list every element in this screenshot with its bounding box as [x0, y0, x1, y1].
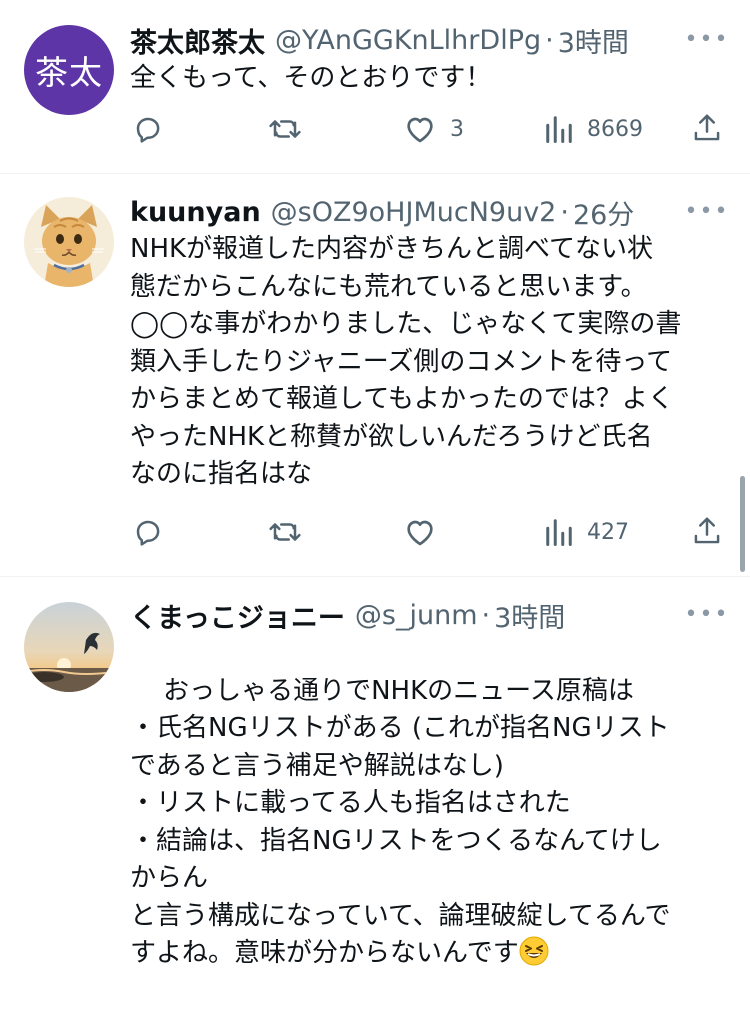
timestamp[interactable]: 3時間: [494, 596, 565, 635]
avatar[interactable]: [24, 197, 114, 287]
separator-dot: ·: [545, 24, 554, 56]
share-icon: [694, 114, 720, 141]
more-options-icon[interactable]: •••: [685, 24, 728, 54]
action-bar: 3 8669: [0, 110, 750, 150]
tweet-header: 茶太郎茶太 @YAnGGKnLlhrDlPg · 3時間: [130, 20, 629, 60]
user-handle[interactable]: @sOZ9oHJMucN9uv2: [271, 197, 557, 228]
views-chart-icon: [546, 519, 572, 546]
tweet-header: kuunyan @sOZ9oHJMucN9uv2 · 26分: [130, 192, 634, 232]
like-count: 3: [450, 116, 464, 142]
retweet-button[interactable]: [268, 114, 316, 144]
grinning-squinting-face-emoji-icon: [519, 936, 549, 966]
cat-avatar-icon: [24, 197, 114, 287]
heart-icon: [407, 117, 433, 143]
views-button[interactable]: 8669: [545, 114, 643, 144]
tweet-1[interactable]: 茶太 茶太郎茶太 @YAnGGKnLlhrDlPg · 3時間 ••• 全くもっ…: [0, 0, 750, 172]
tweet-text: おっしゃる通りでNHKのニュース原稿は ・氏名NGリストがある (これが指名NG…: [130, 675, 671, 969]
share-button[interactable]: [692, 112, 722, 144]
reply-button[interactable]: [133, 114, 177, 144]
retweet-icon: [269, 523, 301, 541]
timestamp[interactable]: 3時間: [558, 21, 629, 60]
like-button[interactable]: 3: [404, 114, 464, 144]
reply-icon: [136, 520, 160, 546]
reply-icon: [136, 117, 160, 143]
share-icon: [694, 517, 720, 544]
user-handle[interactable]: @s_junm: [355, 600, 478, 631]
heart-icon: [407, 520, 433, 546]
display-name[interactable]: kuunyan: [130, 197, 261, 228]
retweet-button[interactable]: [268, 517, 316, 547]
views-count: 8669: [587, 116, 643, 142]
views-chart-icon: [546, 116, 572, 143]
display-name[interactable]: くまっこジョニー: [130, 596, 345, 635]
more-options-icon[interactable]: •••: [685, 599, 728, 629]
sunset-dolphin-avatar-icon: [24, 602, 114, 692]
separator-dot: ·: [481, 599, 491, 631]
display-name[interactable]: 茶太郎茶太: [130, 21, 265, 60]
tweet-2[interactable]: kuunyan @sOZ9oHJMucN9uv2 · 26分 ••• NHKが報…: [0, 174, 750, 574]
separator-dot: ·: [560, 196, 569, 228]
reply-button[interactable]: [133, 517, 177, 547]
views-button[interactable]: 427: [545, 517, 629, 547]
avatar[interactable]: [24, 602, 114, 692]
tweet-3[interactable]: くまっこジョニー @s_junm · 3時間 ••• おっしゃる通りでNHKのニ…: [0, 577, 750, 968]
scrollbar[interactable]: [740, 476, 745, 572]
more-options-icon[interactable]: •••: [685, 196, 728, 226]
action-bar: 427: [0, 513, 750, 553]
avatar[interactable]: 茶太: [24, 25, 114, 115]
like-button[interactable]: [404, 517, 450, 547]
tweet-text-container: おっしゃる通りでNHKのニュース原稿は ・氏名NGリストがある (これが指名NG…: [130, 635, 730, 1010]
avatar-text: 茶太: [24, 25, 114, 115]
retweet-icon: [269, 120, 301, 138]
tweet-text: NHKが報道した内容がきちんと調べてない状 態だからこんなにも荒れていると思いま…: [130, 234, 682, 489]
timestamp[interactable]: 26分: [573, 193, 634, 232]
views-count: 427: [587, 519, 629, 545]
tweet-text: 全くもって、そのとおりです！: [130, 63, 492, 93]
user-handle[interactable]: @YAnGGKnLlhrDlPg: [275, 25, 541, 56]
share-button[interactable]: [692, 515, 722, 547]
tweet-header: くまっこジョニー @s_junm · 3時間: [130, 595, 565, 635]
